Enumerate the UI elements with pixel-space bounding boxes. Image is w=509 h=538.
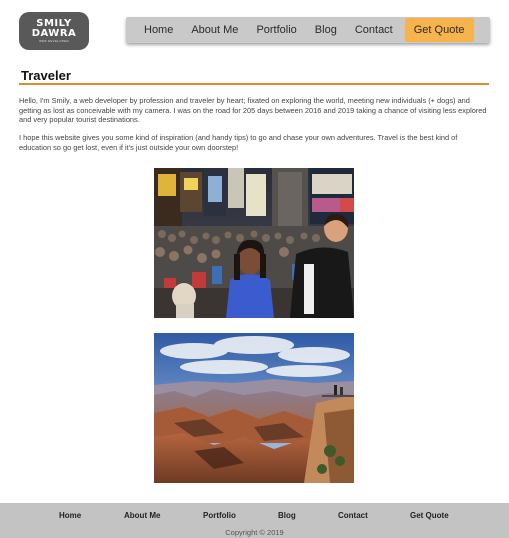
logo-line-2: DAWRA [31,28,77,39]
inspiration-paragraph: I hope this website gives you some kind … [19,133,458,152]
nav-item-portfolio[interactable]: Portfolio [247,17,305,43]
nav-item-blog[interactable]: Blog [306,17,346,43]
footer-link-home[interactable]: Home [59,511,81,520]
intro-paragraph: Hello, I'm Smily, a web developer by pro… [19,96,487,125]
nav-item-about-me[interactable]: About Me [182,17,247,43]
footer-link-get-quote[interactable]: Get Quote [410,511,449,520]
logo-tagline: WEB DEVELOPER [39,39,69,43]
nav-item-contact[interactable]: Contact [346,17,402,43]
footer-link-portfolio[interactable]: Portfolio [203,511,236,520]
get-quote-button[interactable]: Get Quote [404,18,474,42]
times-square-crowd-photo [154,168,354,318]
site-header: SMILY DAWRA WEB DEVELOPER Home About Me … [0,0,509,60]
copyright-text: Copyright © 2019 [225,528,284,537]
main-nav: Home About Me Portfolio Blog Contact Get… [126,17,490,43]
footer-link-about-me[interactable]: About Me [124,511,160,520]
page-title: Traveler [21,68,71,83]
footer-link-contact[interactable]: Contact [338,511,368,520]
site-logo[interactable]: SMILY DAWRA WEB DEVELOPER [19,12,89,50]
title-divider [19,83,489,85]
grand-canyon-photo [154,333,354,483]
footer-link-blog[interactable]: Blog [278,511,296,520]
nav-item-home[interactable]: Home [135,17,182,43]
site-footer: Home About Me Portfolio Blog Contact Get… [0,503,509,538]
footer-nav: Home About Me Portfolio Blog Contact Get… [0,511,509,523]
